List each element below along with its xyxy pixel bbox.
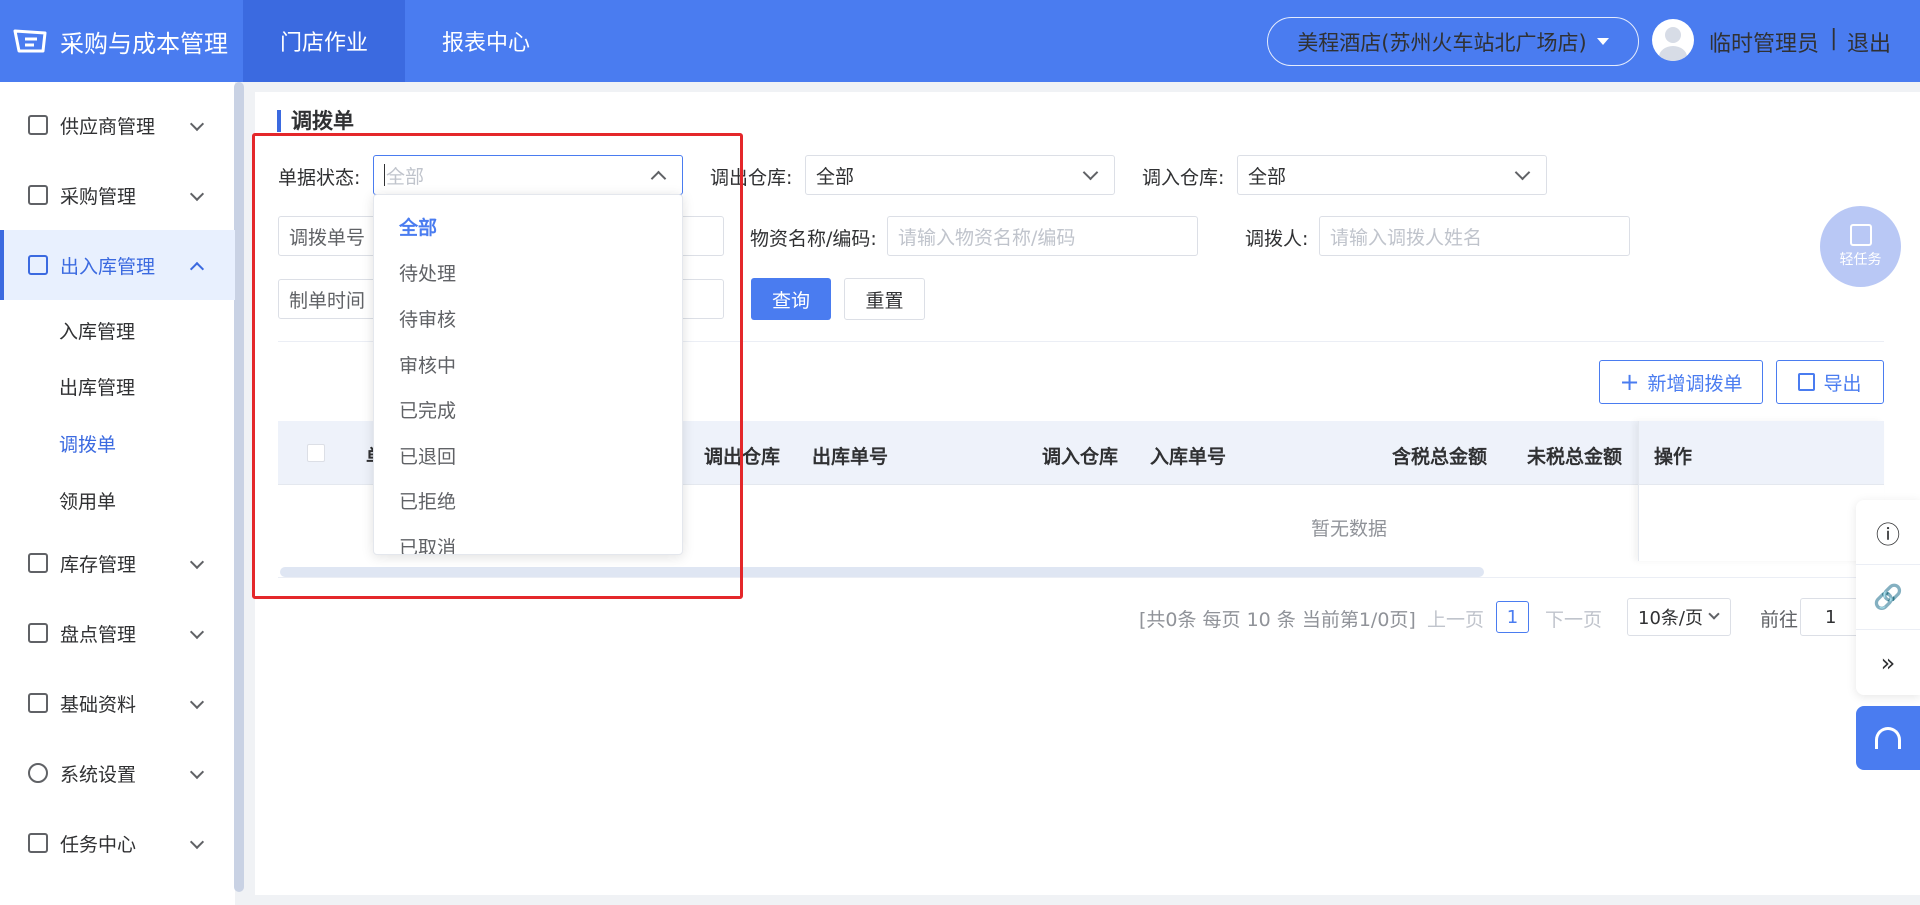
sidebar-item-supplier[interactable]: 供应商管理 xyxy=(0,90,235,160)
collapse-button[interactable]: » xyxy=(1856,630,1920,695)
sidebar-item-basic-data[interactable]: 基础资料 xyxy=(0,668,235,738)
avatar[interactable] xyxy=(1652,19,1694,61)
material-label: 物资名称/编码: xyxy=(750,228,877,250)
highlight-box xyxy=(252,133,743,599)
inventory-icon xyxy=(28,553,48,573)
link-button[interactable]: 🔗 xyxy=(1856,565,1920,630)
column-header-pretax-total: 未税总金额 xyxy=(1527,446,1623,468)
chevron-down-icon xyxy=(1708,608,1720,620)
page-title: 调拨单 xyxy=(277,110,354,132)
column-header-operation: 操作 xyxy=(1654,446,1693,468)
headset-icon xyxy=(1875,727,1901,749)
empty-state: 暂无数据 xyxy=(1311,518,1388,540)
chevron-down-icon xyxy=(189,186,205,202)
query-button[interactable]: 查询 xyxy=(751,278,831,320)
page-size-value: 10条/页 xyxy=(1638,608,1703,629)
sidebar-item-label: 采购管理 xyxy=(60,185,137,208)
logout-link[interactable]: 退出 xyxy=(1847,26,1891,58)
next-page-button[interactable]: 下一页 xyxy=(1545,605,1602,632)
user-separator: | xyxy=(1830,26,1838,51)
sidebar-item-label: 库存管理 xyxy=(60,553,137,576)
plus-icon: + xyxy=(1619,368,1640,396)
export-label: 导出 xyxy=(1823,372,1862,395)
sidebar-item-label: 盘点管理 xyxy=(60,623,137,646)
sidebar-item-label: 出入库管理 xyxy=(60,255,156,278)
chevron-up-icon xyxy=(189,261,205,277)
sidebar-item-label: 供应商管理 xyxy=(60,115,156,138)
sidebar-item-purchase[interactable]: 采购管理 xyxy=(0,160,235,230)
out-warehouse-select[interactable]: 全部 xyxy=(805,155,1115,195)
right-toolbar: ⓘ 🔗 » xyxy=(1856,500,1920,695)
user-name: 临时管理员 xyxy=(1709,32,1820,57)
page-number-current[interactable]: 1 xyxy=(1496,601,1529,633)
store-selector[interactable]: 美程酒店(苏州火车站北广场店) xyxy=(1267,17,1639,66)
link-icon: 🔗 xyxy=(1873,583,1903,611)
basic-data-icon xyxy=(28,693,48,713)
sidebar-item-inout[interactable]: 出入库管理 xyxy=(0,230,235,300)
sidebar-item-inventory[interactable]: 库存管理 xyxy=(0,528,235,598)
tab-store-ops[interactable]: 门店作业 xyxy=(243,0,405,82)
sidebar-item-stocktake[interactable]: 盘点管理 xyxy=(0,598,235,668)
chevron-down-icon xyxy=(189,116,205,132)
prev-page-button[interactable]: 上一页 xyxy=(1427,605,1484,632)
export-icon xyxy=(1798,373,1816,391)
sidebar-sub-transfer[interactable]: 调拨单 xyxy=(59,430,116,457)
store-name: 美程酒店(苏州火车站北广场店) xyxy=(1297,30,1587,55)
chevron-down-icon xyxy=(1514,164,1531,181)
chevron-down-icon xyxy=(189,624,205,640)
column-header-out-order: 出库单号 xyxy=(812,446,889,468)
chevron-down-icon xyxy=(189,554,205,570)
tab-report-center[interactable]: 报表中心 xyxy=(405,0,567,82)
sidebar-item-label: 基础资料 xyxy=(60,693,137,716)
chevron-down-icon xyxy=(189,764,205,780)
transferor-label: 调拨人: xyxy=(1245,228,1309,250)
double-chevron-right-icon: » xyxy=(1880,648,1896,677)
sidebar-item-label: 系统设置 xyxy=(60,763,137,786)
pagination-summary: [共0条 每页 10 条 当前第1/0页] xyxy=(1139,609,1416,631)
transferor-placeholder: 请输入调拨人姓名 xyxy=(1330,226,1483,249)
light-task-label: 轻任务 xyxy=(1839,252,1882,268)
app-logo-icon xyxy=(13,29,47,53)
customer-support-button[interactable] xyxy=(1856,706,1920,770)
supplier-icon xyxy=(28,115,48,135)
clipboard-icon xyxy=(1849,224,1872,246)
sidebar-sub-inbound[interactable]: 入库管理 xyxy=(59,317,135,344)
in-warehouse-select[interactable]: 全部 xyxy=(1237,155,1547,195)
sidebar-sub-requisition[interactable]: 领用单 xyxy=(59,487,116,514)
inout-icon xyxy=(28,255,48,275)
help-button[interactable]: ⓘ xyxy=(1856,500,1920,565)
task-list-icon xyxy=(28,833,48,853)
sidebar-scrollbar[interactable] xyxy=(234,82,244,892)
reset-button[interactable]: 重置 xyxy=(844,278,925,320)
sidebar-item-label: 任务中心 xyxy=(60,833,137,856)
page-size-select[interactable]: 10条/页 xyxy=(1627,598,1731,636)
brand[interactable]: 采购与成本管理 xyxy=(0,0,243,82)
column-header-in-order: 入库单号 xyxy=(1150,446,1227,468)
export-button[interactable]: 导出 xyxy=(1776,360,1884,404)
material-input[interactable]: 请输入物资名称/编码 xyxy=(887,216,1198,256)
chevron-down-icon xyxy=(189,834,205,850)
help-icon: ⓘ xyxy=(1876,520,1900,549)
stocktake-icon xyxy=(28,623,48,643)
goto-label: 前往 xyxy=(1760,609,1799,631)
sidebar-item-task-center[interactable]: 任务中心 xyxy=(0,808,235,878)
transferor-input[interactable]: 请输入调拨人姓名 xyxy=(1319,216,1630,256)
caret-down-icon xyxy=(1596,38,1609,45)
add-transfer-button[interactable]: + 新增调拨单 xyxy=(1599,360,1763,404)
material-placeholder: 请输入物资名称/编码 xyxy=(898,226,1076,249)
in-warehouse-label: 调入仓库: xyxy=(1142,167,1225,189)
in-warehouse-value: 全部 xyxy=(1248,165,1287,188)
column-header-tax-total: 含税总金额 xyxy=(1392,446,1488,468)
app-title: 采购与成本管理 xyxy=(60,29,228,58)
chevron-down-icon xyxy=(189,694,205,710)
chevron-down-icon xyxy=(1082,164,1099,181)
sidebar-sub-outbound[interactable]: 出库管理 xyxy=(59,373,135,400)
column-header-in-warehouse: 调入仓库 xyxy=(1042,446,1119,468)
add-transfer-label: 新增调拨单 xyxy=(1647,372,1743,395)
purchase-icon xyxy=(28,185,48,205)
gear-icon xyxy=(28,763,48,783)
sidebar-item-settings[interactable]: 系统设置 xyxy=(0,738,235,808)
light-task-button[interactable]: 轻任务 xyxy=(1820,206,1901,287)
out-warehouse-value: 全部 xyxy=(816,165,855,188)
